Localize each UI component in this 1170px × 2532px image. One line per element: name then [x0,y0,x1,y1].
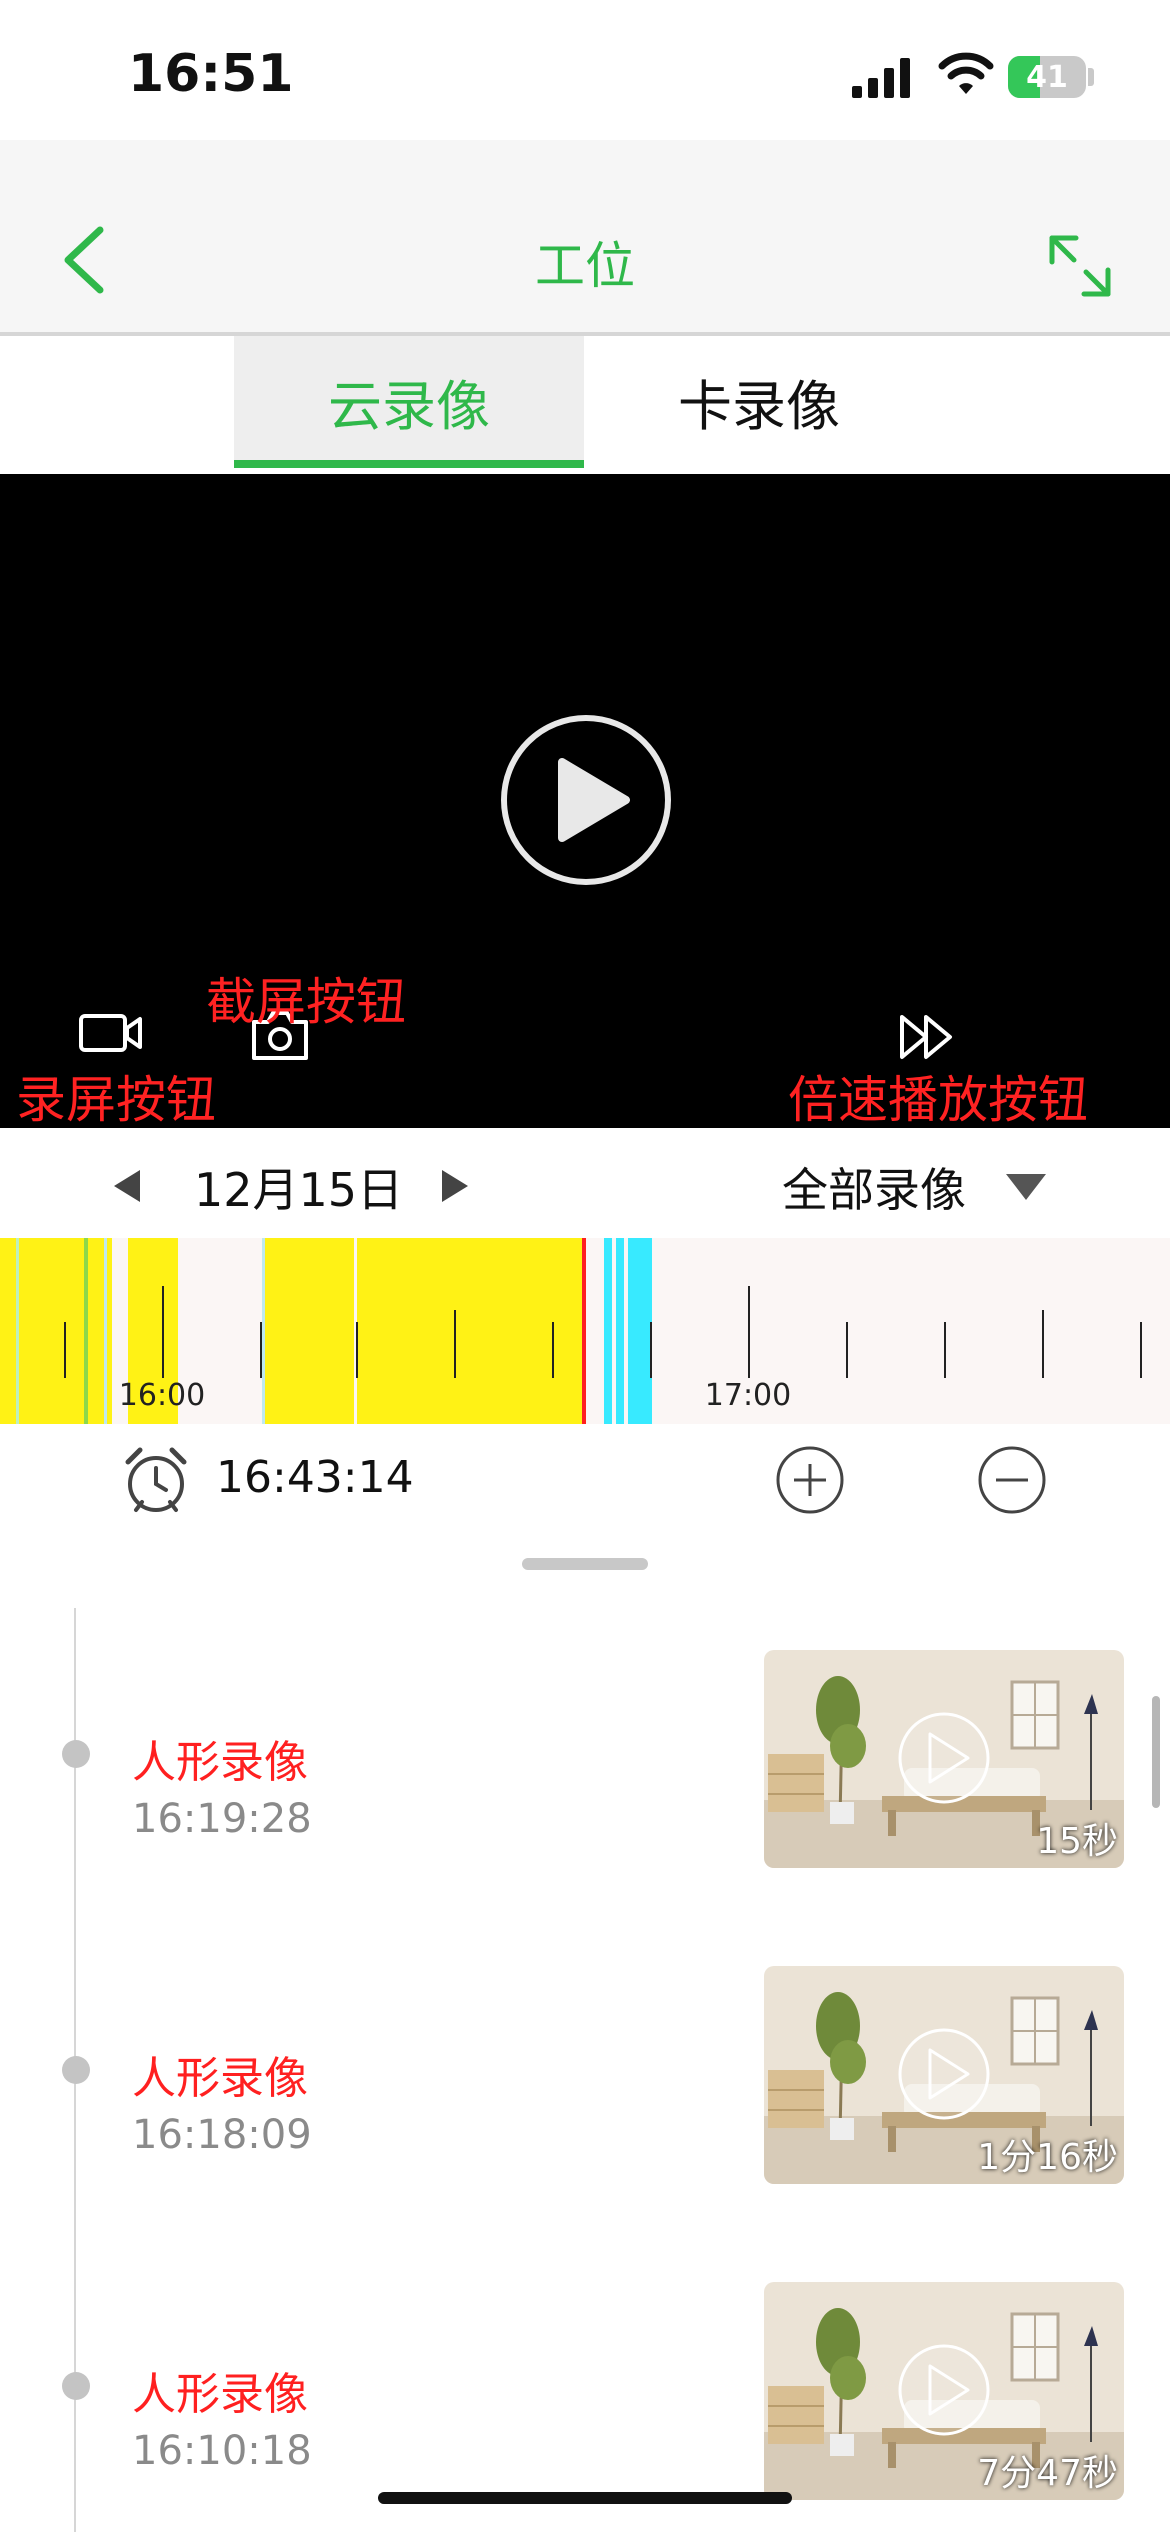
page-title: 工位 [535,237,635,295]
timeline-tick [748,1286,750,1378]
play-icon[interactable] [498,712,674,888]
timeline-tick [356,1322,358,1378]
timeline-segment [262,1238,586,1424]
timeline-tick [944,1322,946,1378]
previous-day-icon[interactable] [112,1168,142,1204]
record-list-item[interactable]: 人形录像 16:19:28 15秒 [0,1650,1170,1870]
date-label[interactable]: 12月15日 [194,1154,403,1220]
timeline-dot [62,2372,90,2400]
record-time-label: 16:18:09 [132,2112,312,2158]
timeline-marker [262,1238,265,1424]
battery-level: 41 [1026,59,1068,95]
tab-card-recording[interactable]: 卡录像 [584,336,934,466]
record-duration: 15秒 [1036,1821,1118,1862]
tab-active-indicator [234,460,584,468]
video-camera-icon[interactable] [78,1010,144,1056]
timeline-label-1600: 16:00 [118,1378,206,1413]
timeline-tick [552,1322,554,1378]
record-filter-select[interactable]: 全部录像 [782,1154,966,1220]
recording-timeline[interactable]: 16:00 17:00 [0,1238,1170,1424]
timeline-marker [104,1238,107,1424]
status-time: 16:51 [128,44,294,104]
wifi-icon [938,52,994,94]
record-type-label: 人形录像 [132,2369,308,2420]
record-duration: 1分16秒 [977,2137,1118,2178]
fullscreen-icon[interactable] [1040,226,1120,306]
timeline-tick [1042,1310,1044,1378]
battery-icon: 41 [1008,56,1086,98]
timeline-dot [62,2056,90,2084]
fast-forward-icon[interactable] [898,1012,956,1062]
timeline-label-1700: 17:00 [704,1378,792,1413]
record-thumbnail[interactable]: 7分47秒 [764,2282,1124,2500]
zoom-in-icon[interactable] [774,1444,846,1516]
alarm-clock-icon [125,1447,187,1512]
battery-tip [1088,68,1094,86]
record-type-label: 人形录像 [132,1737,308,1788]
record-time-label: 16:10:18 [132,2428,312,2474]
cellular-signal-icon [852,58,910,98]
timeline-tick [260,1322,262,1378]
timeline-tick [846,1322,848,1378]
timeline-dot [62,1740,90,1768]
record-list-item[interactable]: 人形录像 16:18:09 1分16秒 [0,1966,1170,2186]
timeline-marker [624,1238,628,1424]
timeline-tick [162,1286,164,1378]
home-indicator[interactable] [378,2492,792,2504]
timeline-tick [650,1322,652,1378]
record-thumbnail[interactable]: 1分16秒 [764,1966,1124,2184]
record-time-label: 16:19:28 [132,1796,312,1842]
timeline-tick [454,1310,456,1378]
record-annotation-label: 录屏按钮 [16,1071,216,1129]
record-type-label: 人形录像 [132,2053,308,2104]
timeline-playhead [582,1238,586,1424]
timeline-tick [64,1322,66,1378]
next-day-icon[interactable] [440,1168,470,1204]
current-playback-time: 16:43:14 [216,1452,414,1503]
timeline-marker [16,1238,19,1424]
speed-annotation-label: 倍速播放按钮 [788,1071,1088,1129]
tab-cloud-recording[interactable]: 云录像 [234,336,584,466]
timeline-marker [84,1238,88,1424]
screenshot-annotation-label: 截屏按钮 [206,973,406,1031]
record-thumbnail[interactable]: 15秒 [764,1650,1124,1868]
timeline-tick [1140,1322,1142,1378]
zoom-out-icon[interactable] [976,1444,1048,1516]
record-duration: 7分47秒 [977,2453,1118,2494]
record-list-item[interactable]: 人形录像 16:10:18 7分47秒 [0,2282,1170,2502]
chevron-down-icon[interactable] [1006,1174,1046,1200]
sheet-drag-handle[interactable] [522,1558,648,1570]
timeline-marker [612,1238,616,1424]
